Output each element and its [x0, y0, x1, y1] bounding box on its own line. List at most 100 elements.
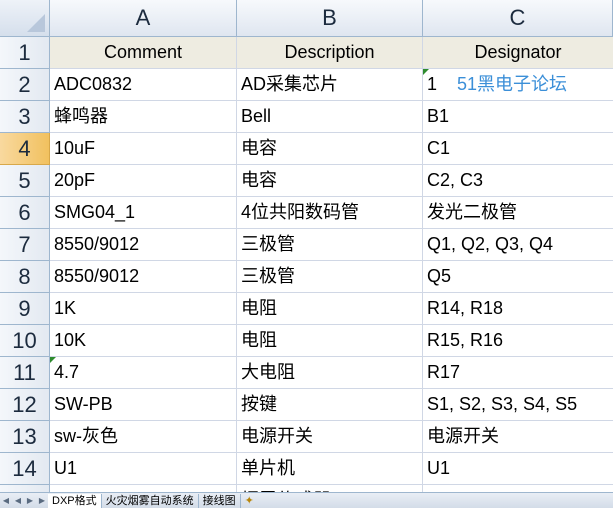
cell-b[interactable]: 烟雾传感器	[237, 485, 423, 492]
cell-text: Q1, Q2, Q3, Q4	[427, 234, 554, 254]
cell-c[interactable]: U2	[423, 485, 613, 492]
row-header[interactable]: 14	[0, 453, 50, 485]
table-row: 2 ADC0832 AD采集芯片 1 51黑电子论坛	[0, 69, 613, 101]
table-row: 9 1K 电阻 R14, R18	[0, 293, 613, 325]
cell-b[interactable]: 电阻	[237, 325, 423, 357]
cell-text: R14, R18	[427, 298, 504, 318]
error-indicator-icon	[423, 69, 429, 75]
row-header[interactable]: 13	[0, 421, 50, 453]
tab-scroll-first-button[interactable]: ◀	[0, 493, 12, 508]
cell-text: B1	[427, 106, 450, 126]
column-header-row: A B C	[0, 0, 613, 37]
cell-b[interactable]: 三极管	[237, 261, 423, 293]
cell-text: 10uF	[54, 138, 96, 158]
column-header-c[interactable]: C	[423, 0, 613, 37]
cell-c[interactable]: Q5	[423, 261, 613, 293]
cell-c[interactable]: R17	[423, 357, 613, 389]
cell-text: 电源开关	[427, 426, 499, 446]
table-row: 12 SW-PB 按键 S1, S2, S3, S4, S5	[0, 389, 613, 421]
cell-b[interactable]: Bell	[237, 101, 423, 133]
cell-c[interactable]: C2, C3	[423, 165, 613, 197]
cell-b[interactable]: 单片机	[237, 453, 423, 485]
column-header-a[interactable]: A	[50, 0, 237, 37]
cell-b[interactable]: 电源开关	[237, 421, 423, 453]
cell-b[interactable]: 电容	[237, 133, 423, 165]
cell-b[interactable]: 大电阻	[237, 357, 423, 389]
cell-c[interactable]: 发光二极管	[423, 197, 613, 229]
cell-text: 电阻	[241, 330, 277, 350]
cell-text: 单片机	[241, 458, 295, 478]
sheet-tab-wiring[interactable]: 接线图	[199, 493, 241, 508]
cell-text: 8550/9012	[54, 234, 140, 254]
cell-c[interactable]: B1	[423, 101, 613, 133]
cell-text: 大电阻	[241, 362, 295, 382]
cell-a[interactable]: 4.7	[50, 357, 237, 389]
cell-a1[interactable]: Comment	[50, 37, 237, 69]
cell-text: 电源开关	[241, 426, 313, 446]
cell-b[interactable]: 电容	[237, 165, 423, 197]
cell-a[interactable]: 1K	[50, 293, 237, 325]
cell-b[interactable]: 4位共阳数码管	[237, 197, 423, 229]
cell-b1[interactable]: Description	[237, 37, 423, 69]
cell-a[interactable]: 10K	[50, 325, 237, 357]
cell-a[interactable]: ADC0832	[50, 69, 237, 101]
row-header[interactable]: 3	[0, 101, 50, 133]
cell-text: 按键	[241, 394, 277, 414]
table-row: 8 8550/9012 三极管 Q5	[0, 261, 613, 293]
insert-sheet-icon[interactable]: ✦	[241, 494, 258, 507]
cell-b[interactable]: 三极管	[237, 229, 423, 261]
sheet-tab-system[interactable]: 火灾烟雾自动系统	[102, 493, 199, 508]
cell-c[interactable]: S1, S2, S3, S4, S5	[423, 389, 613, 421]
select-all-corner[interactable]	[0, 0, 50, 37]
watermark-text: 51黑电子论坛	[457, 74, 568, 94]
cell-c[interactable]: U1	[423, 453, 613, 485]
row-header[interactable]: 1	[0, 37, 50, 69]
cell-a[interactable]: SW-PB	[50, 389, 237, 421]
cell-text: SMG04_1	[54, 202, 136, 222]
cell-a[interactable]: 20pF	[50, 165, 237, 197]
row-header[interactable]: 4	[0, 133, 50, 165]
cell-c1[interactable]: Designator	[423, 37, 613, 69]
cell-a[interactable]: SMG04_1	[50, 197, 237, 229]
row-header[interactable]: 6	[0, 197, 50, 229]
row-header[interactable]: 8	[0, 261, 50, 293]
cell-text: sw-灰色	[54, 426, 118, 446]
sheet-tab-dxp[interactable]: DXP格式	[48, 493, 102, 508]
cell-c[interactable]: 电源开关	[423, 421, 613, 453]
cell-c[interactable]: R15, R16	[423, 325, 613, 357]
cell-c[interactable]: R14, R18	[423, 293, 613, 325]
cell-c[interactable]: Q1, Q2, Q3, Q4	[423, 229, 613, 261]
cell-a[interactable]: 10uF	[50, 133, 237, 165]
tab-scroll-prev-button[interactable]: ◀	[12, 493, 24, 508]
cell-c[interactable]: 1 51黑电子论坛	[423, 69, 613, 101]
row-header[interactable]: 15	[0, 485, 50, 492]
cell-b[interactable]: 按键	[237, 389, 423, 421]
cell-a[interactable]: 蜂鸣器	[50, 101, 237, 133]
tab-scroll-next-button[interactable]: ▶	[24, 493, 36, 508]
row-header[interactable]: 7	[0, 229, 50, 261]
cell-c[interactable]: C1	[423, 133, 613, 165]
row-header[interactable]: 9	[0, 293, 50, 325]
row-header[interactable]: 10	[0, 325, 50, 357]
table-row: 11 4.7 大电阻 R17	[0, 357, 613, 389]
table-row: 13 sw-灰色 电源开关 电源开关	[0, 421, 613, 453]
table-row: 7 8550/9012 三极管 Q1, Q2, Q3, Q4	[0, 229, 613, 261]
cell-text: 发光二极管	[427, 202, 517, 222]
cell-a[interactable]: 8550/9012	[50, 229, 237, 261]
cell-text: C2, C3	[427, 170, 484, 190]
cell-text: 20pF	[54, 170, 96, 190]
column-header-b[interactable]: B	[237, 0, 423, 37]
row-header[interactable]: 2	[0, 69, 50, 101]
tab-scroll-last-button[interactable]: ▶	[36, 493, 48, 508]
cell-b[interactable]: AD采集芯片	[237, 69, 423, 101]
row-header[interactable]: 5	[0, 165, 50, 197]
cell-a[interactable]: MQ-2	[50, 485, 237, 492]
cell-text: C1	[427, 138, 451, 158]
row-header[interactable]: 12	[0, 389, 50, 421]
cell-a[interactable]: sw-灰色	[50, 421, 237, 453]
cell-text: U1	[54, 458, 78, 478]
row-header[interactable]: 11	[0, 357, 50, 389]
cell-a[interactable]: U1	[50, 453, 237, 485]
cell-b[interactable]: 电阻	[237, 293, 423, 325]
cell-a[interactable]: 8550/9012	[50, 261, 237, 293]
